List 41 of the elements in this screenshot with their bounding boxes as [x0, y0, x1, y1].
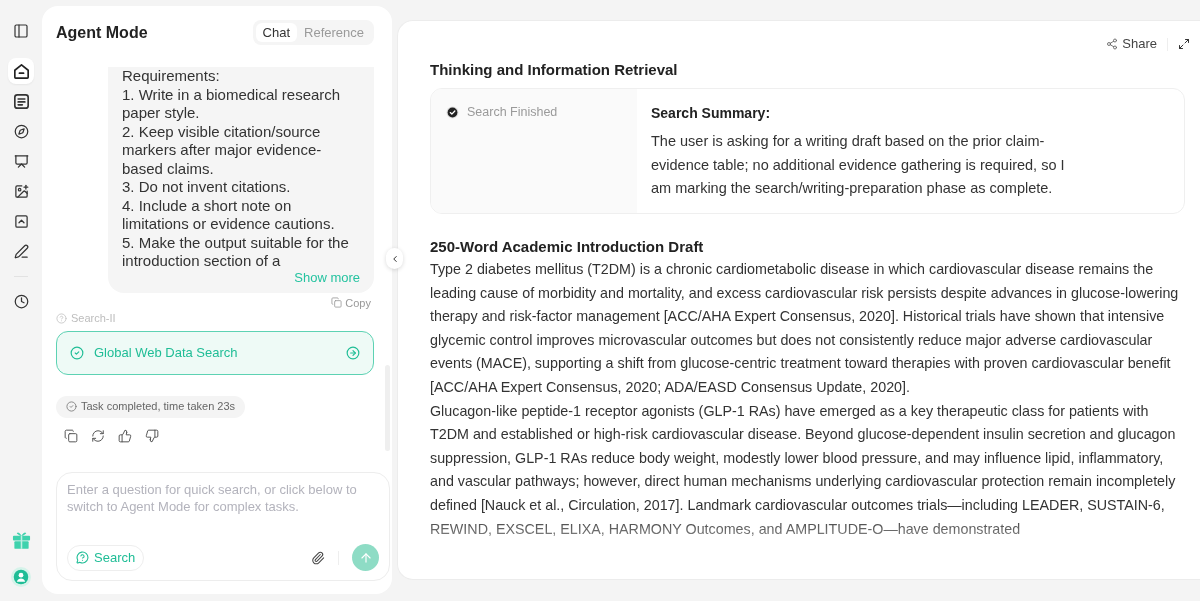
draft-paragraph: Type 2 diabetes mellitus (T2DM) is a chronic cardiometabolic disease in which cardiovascular disease remains the leading cause of morbidity and mortality, and excess cardiovascular risk persists despite advances in glucose-lowering therapy and risk-factor management [ACC/AHA Expert Consensus, 2020]. Historical trials have shown that intensive glycemic control improves microvascular outcomes but does not consistently reduce major adverse cardiovascular events (MACE), supporting a shift from glucose-centric treatment toward therapies with proven cardiovascular benefit [ACC/AHA Expert Consensus, 2020; ADA/EASD Consensus Update, 2020]. — [430, 260, 1180, 397]
question-input[interactable]: Enter a question for quick search, or click below to switch to Agent Mode for complex tasks. Search — [56, 472, 390, 581]
expand-icon[interactable] — [1178, 38, 1190, 50]
thumbs-up-icon[interactable] — [118, 428, 132, 443]
thumbs-down-icon[interactable] — [145, 428, 159, 443]
presentation-icon[interactable] — [13, 153, 29, 169]
home-icon[interactable] — [8, 58, 34, 84]
paperclip-icon[interactable] — [311, 550, 325, 565]
copy-button[interactable]: Copy — [331, 295, 371, 310]
panel-title: Agent Mode — [56, 22, 148, 43]
check-circle-icon — [66, 401, 77, 412]
copy-icon[interactable] — [64, 428, 78, 443]
square-chevron-icon[interactable] — [13, 213, 29, 229]
section-heading: Thinking and Information Retrieval — [430, 60, 679, 80]
question-icon — [56, 313, 67, 324]
step-label: Search-II — [71, 311, 116, 327]
section-heading: 250-Word Academic Introduction Draft — [430, 237, 705, 257]
search-status: Search Finished — [467, 104, 558, 121]
image-plus-icon[interactable] — [13, 183, 29, 199]
show-more-link[interactable]: Show more — [294, 269, 360, 286]
copy-icon — [331, 297, 343, 308]
check-circle-icon — [446, 105, 459, 119]
summary-text: The user is asking for a writing draft based on the prior claim-evidence table; no additional evidence gathering is required, so I am marking the search/writing-preparation phase as complete. — [651, 132, 1066, 198]
question-icon — [76, 551, 89, 564]
tool-card[interactable]: Global Web Data Search — [56, 330, 374, 375]
tab[interactable]: Reference — [297, 23, 371, 42]
tab[interactable]: Chat — [255, 23, 297, 42]
pencil-icon[interactable] — [13, 243, 29, 259]
summary-title: Search Summary: — [651, 104, 772, 123]
document-icon[interactable] — [13, 93, 29, 109]
refresh-icon[interactable] — [91, 428, 105, 443]
message-text: Requirements: 1. Write in a biomedical research paper style. 2. Keep visible citation/source markers after major evidence-based claims. 3. Do not invent citations. 4. Include a short note on limitations or evidence cautions. 5. Make the output suitable for the introduction section of a — [122, 67, 350, 271]
share-icon — [1106, 38, 1119, 50]
draft-paragraph: Glucagon-like peptide-1 receptor agonists (GLP-1 RAs) have emerged as a key therapeutic class for patients with T2DM and established or high-risk cardiovascular disease. Beyond glucose-dependent insulin secretion and glucagon suppression, GLP-1 RAs reduce body weight, modestly lower blood pressure, and may influence lipid, inflammatory, and vascular pathways; however, direct human mechanisms underlying cardiovascular protection remain incompletely defined [Nauck et al., Circulation, 2017]. Landmark cardiovascular outcomes trials—including LEADER, SUSTAIN-6, REWIND, EXSCEL, ELIXA, HARMONY Outcomes, and AMPLITUDE-O—have demonstrated — [430, 401, 1177, 539]
arrow-up-icon — [358, 550, 373, 565]
share-button[interactable]: Share — [1106, 34, 1157, 54]
compass-icon[interactable] — [13, 123, 29, 139]
tool-card-label: Global Web Data Search — [94, 343, 239, 362]
clock-icon[interactable] — [13, 293, 29, 309]
sidebar-toggle-icon[interactable] — [13, 23, 29, 39]
status-text: Task completed, time taken 23s — [81, 399, 236, 415]
